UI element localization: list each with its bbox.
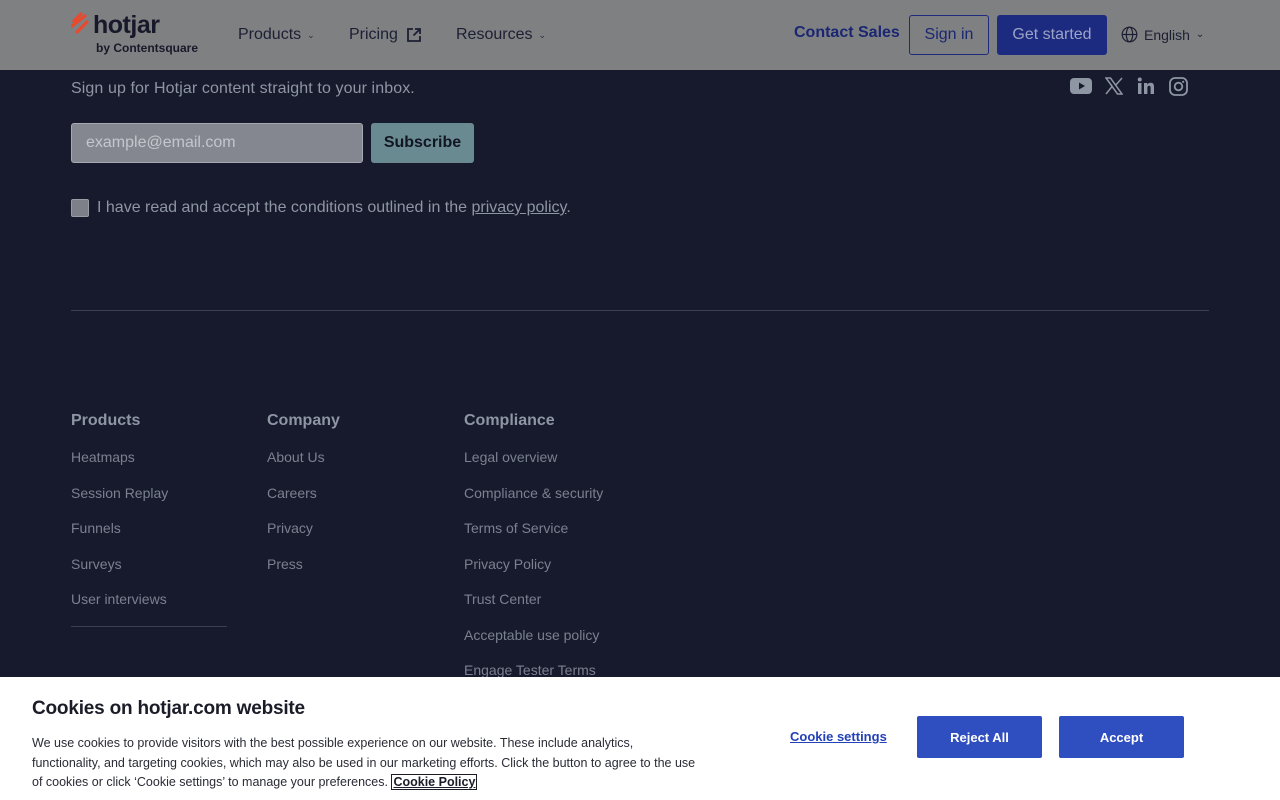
cookie-banner: Cookies on hotjar.com website We use coo… bbox=[0, 677, 1280, 800]
footer-link-privacy-policy[interactable]: Privacy Policy bbox=[464, 547, 603, 583]
language-selector[interactable]: English ⌄ bbox=[1121, 26, 1204, 43]
language-label: English bbox=[1144, 26, 1190, 43]
footer-column-compliance: Compliance Legal overview Compliance & s… bbox=[464, 410, 603, 689]
get-started-button[interactable]: Get started bbox=[997, 15, 1107, 55]
footer-link-legal-overview[interactable]: Legal overview bbox=[464, 440, 603, 476]
youtube-icon[interactable] bbox=[1070, 75, 1092, 97]
footer-link-terms-of-service[interactable]: Terms of Service bbox=[464, 511, 603, 547]
column-title: Compliance bbox=[464, 412, 555, 429]
logo-wordmark: hotjar bbox=[93, 11, 160, 39]
subscribe-button[interactable]: Subscribe bbox=[371, 123, 474, 163]
accept-cookies-button[interactable]: Accept bbox=[1059, 716, 1184, 758]
nav-products[interactable]: Products ⌄ bbox=[238, 24, 315, 46]
footer-column-products: Products Heatmaps Session Replay Funnels… bbox=[71, 410, 227, 627]
footer-link-acceptable-use-policy[interactable]: Acceptable use policy bbox=[464, 618, 603, 654]
contact-sales-link[interactable]: Contact Sales bbox=[794, 24, 900, 42]
column-title: Company bbox=[267, 412, 340, 429]
nav-resources-label: Resources bbox=[456, 26, 533, 43]
footer-link-compliance-security[interactable]: Compliance & security bbox=[464, 476, 603, 512]
hotjar-logo[interactable]: hotjar by Contentsquare bbox=[70, 11, 199, 55]
cookie-policy-link[interactable]: Cookie Policy bbox=[391, 774, 478, 790]
instagram-icon[interactable] bbox=[1167, 75, 1189, 97]
cookie-settings-link[interactable]: Cookie settings bbox=[790, 729, 887, 744]
footer-link-funnels[interactable]: Funnels bbox=[71, 511, 227, 547]
footer-link-heatmaps[interactable]: Heatmaps bbox=[71, 440, 227, 476]
consent-text-prefix: I have read and accept the conditions ou… bbox=[97, 199, 472, 216]
consent-text-suffix: . bbox=[566, 199, 571, 216]
x-icon[interactable] bbox=[1103, 75, 1125, 97]
column-title: Products bbox=[71, 412, 141, 429]
sign-in-button[interactable]: Sign in bbox=[909, 15, 989, 55]
footer-link-surveys[interactable]: Surveys bbox=[71, 547, 227, 583]
footer-column-company: Company About Us Careers Privacy Press bbox=[267, 410, 340, 582]
footer-link-careers[interactable]: Careers bbox=[267, 476, 340, 512]
cookie-banner-title: Cookies on hotjar.com website bbox=[32, 698, 305, 719]
cookie-banner-text: We use cookies to provide visitors with … bbox=[32, 736, 696, 789]
footer-link-privacy[interactable]: Privacy bbox=[267, 511, 340, 547]
site-header: hotjar by Contentsquare Products ⌄ Prici… bbox=[0, 0, 1280, 70]
chevron-down-icon: ⌄ bbox=[307, 29, 315, 40]
nav-pricing[interactable]: Pricing bbox=[349, 24, 422, 46]
footer-divider bbox=[71, 310, 1209, 311]
footer-link-press[interactable]: Press bbox=[267, 547, 340, 583]
chevron-down-icon: ⌄ bbox=[1195, 29, 1205, 40]
reject-all-button[interactable]: Reject All bbox=[917, 716, 1042, 758]
privacy-consent: I have read and accept the conditions ou… bbox=[71, 199, 571, 217]
logo-subtitle: by Contentsquare bbox=[96, 41, 199, 55]
chevron-down-icon: ⌄ bbox=[538, 29, 547, 40]
footer-link-user-interviews[interactable]: User interviews bbox=[71, 582, 227, 618]
nav-products-label: Products bbox=[238, 26, 302, 43]
column-divider bbox=[71, 625, 227, 627]
newsletter-tagline: Sign up for Hotjar content straight to y… bbox=[71, 80, 415, 97]
email-field[interactable] bbox=[71, 123, 363, 163]
footer-link-trust-center[interactable]: Trust Center bbox=[464, 582, 603, 618]
nav-resources[interactable]: Resources ⌄ bbox=[456, 24, 546, 46]
footer-link-session-replay[interactable]: Session Replay bbox=[71, 476, 227, 512]
linkedin-icon[interactable] bbox=[1135, 75, 1157, 97]
external-link-icon bbox=[406, 27, 422, 43]
privacy-policy-link[interactable]: privacy policy bbox=[471, 199, 566, 216]
nav-pricing-label: Pricing bbox=[349, 26, 398, 43]
globe-icon bbox=[1121, 26, 1138, 43]
hotjar-logo-icon bbox=[70, 12, 89, 39]
privacy-consent-checkbox[interactable] bbox=[71, 199, 89, 217]
footer-link-about-us[interactable]: About Us bbox=[267, 440, 340, 476]
